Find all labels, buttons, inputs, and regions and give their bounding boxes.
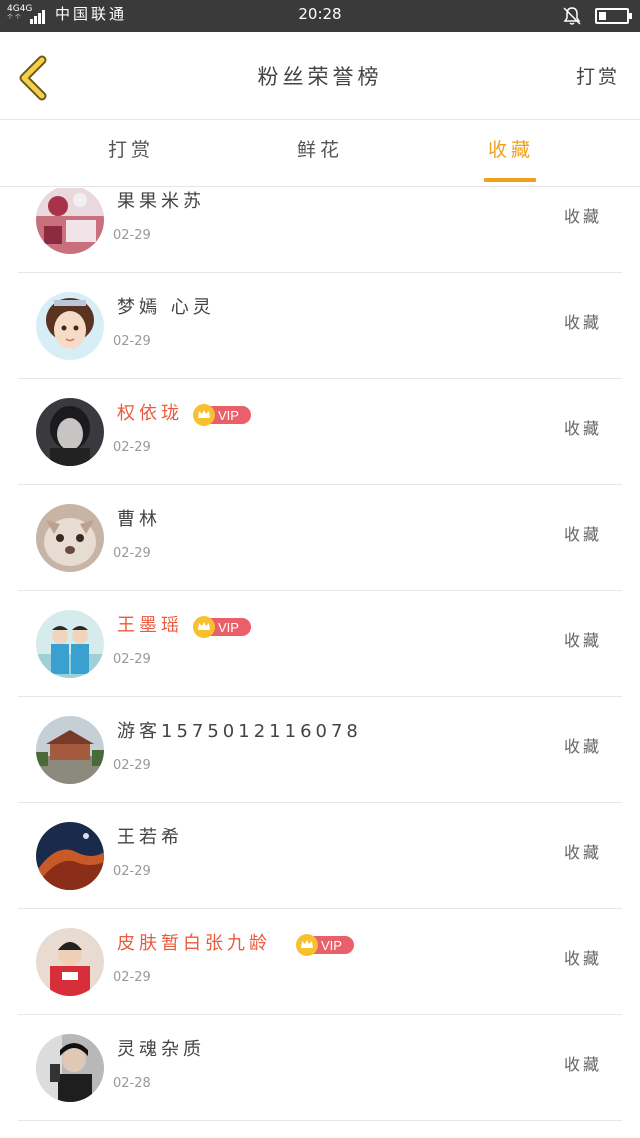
- collect-label: 收藏: [563, 949, 602, 968]
- avatar[interactable]: [36, 188, 104, 254]
- fan-name: 灵魂杂质: [117, 1039, 205, 1060]
- tab-collect[interactable]: 收藏: [488, 135, 534, 165]
- fan-name: 梦嫣 心灵: [117, 297, 215, 318]
- collect-label: 收藏: [563, 313, 602, 332]
- fan-date: 02-29: [113, 546, 151, 561]
- list-item[interactable]: 王若希 02-29 收藏: [0, 803, 640, 909]
- avatar[interactable]: [36, 398, 104, 466]
- list-item[interactable]: 灵魂杂质 02-28 收藏: [0, 1015, 640, 1121]
- fan-name: 王墨瑶: [117, 615, 183, 636]
- active-tab-indicator: [484, 178, 536, 182]
- collect-label: 收藏: [563, 843, 602, 862]
- vip-badge: VIP: [193, 616, 251, 638]
- fan-date: 02-29: [113, 228, 151, 243]
- list-item[interactable]: 王墨瑶 VIP 02-29 收藏: [0, 591, 640, 697]
- avatar-image: [36, 1034, 104, 1102]
- avatar-image: [36, 928, 104, 996]
- list-item[interactable]: 游客1575012116078 02-29 收藏: [0, 697, 640, 803]
- fan-date: 02-29: [113, 864, 151, 879]
- avatar-image: [36, 292, 104, 360]
- tip-button[interactable]: 打赏: [576, 62, 620, 92]
- list-item[interactable]: 皮肤暂白张九龄 VIP 02-29 收藏: [0, 909, 640, 1015]
- avatar-image: [36, 822, 104, 890]
- bell-muted-icon: [563, 7, 581, 25]
- list-item[interactable]: 权依珑 VIP 02-29 收藏: [0, 379, 640, 485]
- avatar[interactable]: [36, 610, 104, 678]
- vip-label: VIP: [321, 938, 342, 953]
- collect-label: 收藏: [563, 737, 602, 756]
- fan-date: 02-29: [113, 652, 151, 667]
- fan-name: 果果米苏: [117, 191, 205, 212]
- vip-badge: VIP: [296, 934, 354, 956]
- fan-date: 02-29: [113, 758, 151, 773]
- fan-date: 02-29: [113, 440, 151, 455]
- status-bar: 4G4G 个 个 中国联通 20:28: [0, 0, 640, 32]
- fan-date: 02-29: [113, 334, 151, 349]
- avatar[interactable]: [36, 716, 104, 784]
- collect-label: 收藏: [563, 525, 602, 544]
- collect-label: 收藏: [563, 419, 602, 438]
- vip-label: VIP: [218, 620, 239, 635]
- fan-date: 02-29: [113, 970, 151, 985]
- fan-name: 曹林: [117, 509, 161, 530]
- fan-name: 游客1575012116078: [117, 721, 362, 742]
- avatar-image: [36, 716, 104, 784]
- list-item[interactable]: 梦嫣 心灵 02-29 收藏: [0, 273, 640, 379]
- vip-label: VIP: [218, 408, 239, 423]
- tab-flowers[interactable]: 鲜花: [297, 135, 343, 165]
- tab-tip[interactable]: 打赏: [108, 135, 154, 165]
- avatar-image: [36, 398, 104, 466]
- list-item[interactable]: 果果米苏 02-29 收藏: [0, 188, 640, 273]
- battery-icon: [595, 8, 632, 24]
- fan-name: 权依珑: [117, 403, 183, 424]
- page-title: 粉丝荣誉榜: [257, 65, 383, 89]
- fan-name: 王若希: [117, 827, 183, 848]
- collect-label: 收藏: [563, 207, 602, 226]
- collect-label: 收藏: [563, 1055, 602, 1074]
- header-bar: 粉丝荣誉榜 打赏: [0, 32, 640, 120]
- avatar-image: [36, 610, 104, 678]
- avatar[interactable]: [36, 928, 104, 996]
- collect-label: 收藏: [563, 631, 602, 650]
- fan-name: 皮肤暂白张九龄: [117, 933, 271, 954]
- list-item[interactable]: 曹林 02-29 收藏: [0, 485, 640, 591]
- avatar-image: [36, 188, 104, 254]
- avatar[interactable]: [36, 1034, 104, 1102]
- avatar[interactable]: [36, 504, 104, 572]
- avatar-image: [36, 504, 104, 572]
- avatar[interactable]: [36, 822, 104, 890]
- fan-date: 02-28: [113, 1076, 151, 1091]
- status-time: 20:28: [298, 5, 342, 23]
- tab-bar: 打赏 鲜花 收藏: [0, 121, 640, 187]
- fan-list[interactable]: 果果米苏 02-29 收藏 梦嫣 心灵 02-29 收藏 权依珑 VIP 02-…: [0, 188, 640, 1138]
- avatar[interactable]: [36, 292, 104, 360]
- vip-badge: VIP: [193, 404, 251, 426]
